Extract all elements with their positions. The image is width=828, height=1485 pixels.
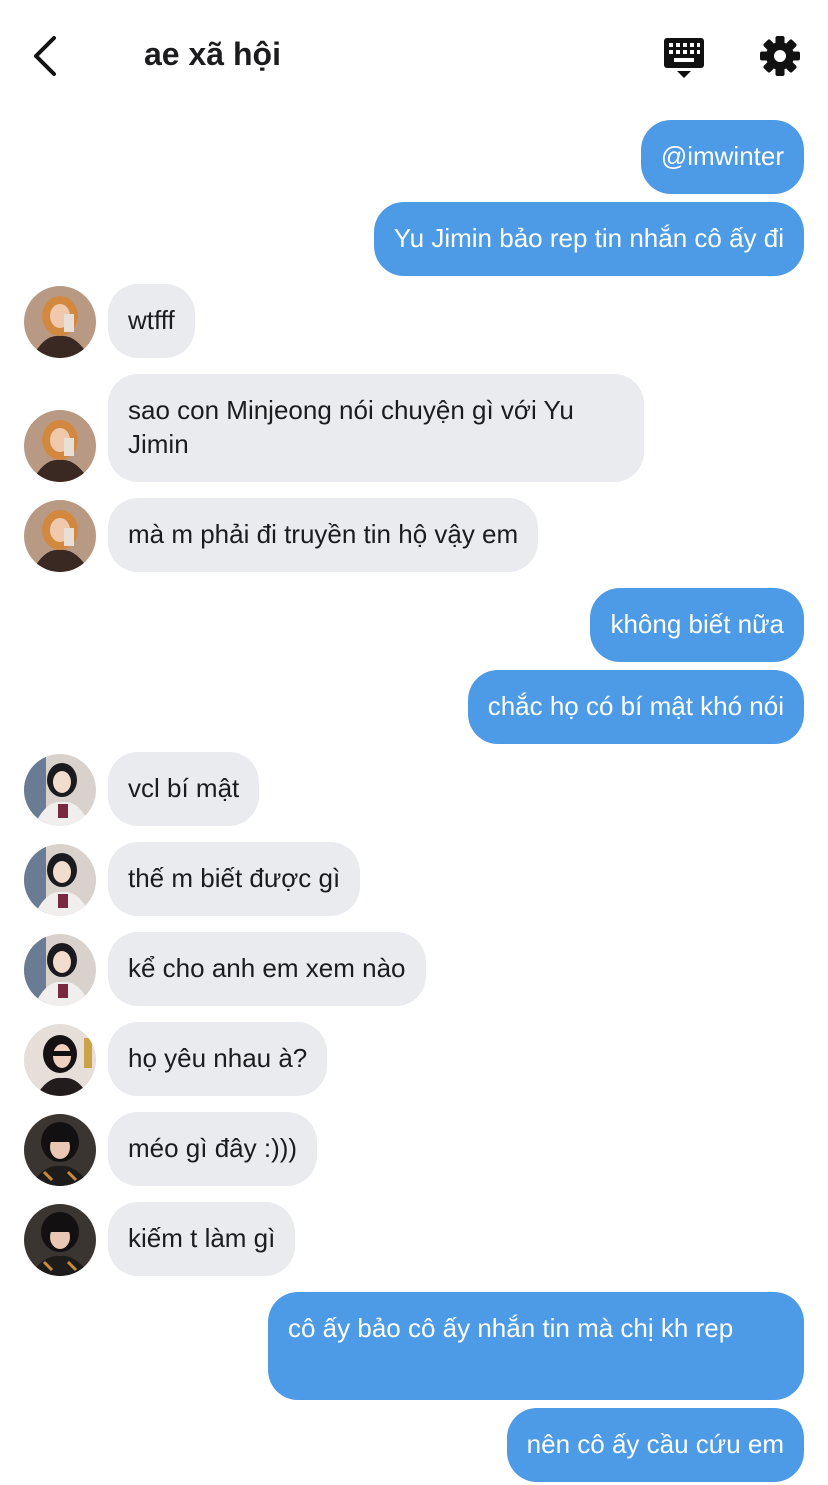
- avatar[interactable]: [24, 754, 96, 826]
- message-bubble-incoming[interactable]: wtfff: [108, 284, 195, 358]
- avatar[interactable]: [24, 844, 96, 916]
- avatar-photo-icon: [24, 934, 96, 1006]
- message-bubble-incoming[interactable]: kể cho anh em xem nào: [108, 932, 426, 1006]
- message-bubble-outgoing[interactable]: Yu Jimin bảo rep tin nhắn cô ấy đi: [373, 202, 804, 276]
- message-bubble-incoming[interactable]: họ yêu nhau à?: [108, 1022, 328, 1096]
- message-bubble-outgoing[interactable]: chắc họ có bí mật khó nói: [467, 670, 804, 744]
- message-bubble-incoming[interactable]: kiếm t làm gì: [108, 1202, 296, 1276]
- message-bubble-incoming[interactable]: thế m biết được gì: [108, 842, 361, 916]
- avatar[interactable]: [24, 286, 96, 358]
- message-bubble-incoming[interactable]: sao con Minjeong nói chuyện gì với Yu Ji…: [108, 374, 644, 482]
- avatar[interactable]: [24, 1204, 96, 1276]
- avatar[interactable]: [24, 934, 96, 1006]
- keyboard-icon: [664, 38, 704, 78]
- avatar-photo-icon: [24, 1204, 96, 1276]
- chevron-left-icon: [34, 36, 56, 76]
- message-bubble-incoming[interactable]: mà m phải đi truyền tin hộ vậy em: [108, 498, 539, 572]
- avatar-photo-icon: [24, 1024, 96, 1096]
- message-bubble-incoming[interactable]: vcl bí mật: [108, 752, 260, 826]
- avatar-photo-icon: [24, 286, 96, 358]
- message-bubble-outgoing[interactable]: @imwinter: [640, 120, 804, 194]
- message-bubble-incoming[interactable]: méo gì đây :))): [108, 1112, 318, 1186]
- keyboard-button[interactable]: [660, 36, 708, 80]
- avatar-photo-icon: [24, 1114, 96, 1186]
- avatar-photo-icon: [24, 844, 96, 916]
- avatar-photo-icon: [24, 410, 96, 482]
- settings-button[interactable]: [758, 34, 802, 78]
- message-bubble-outgoing[interactable]: cô ấy bảo cô ấy nhắn tin mà chị kh rep: [268, 1292, 804, 1400]
- avatar[interactable]: [24, 410, 96, 482]
- message-bubble-outgoing[interactable]: nên cô ấy cầu cứu em: [506, 1408, 804, 1482]
- avatar[interactable]: [24, 1114, 96, 1186]
- avatar[interactable]: [24, 1024, 96, 1096]
- avatar-photo-icon: [24, 754, 96, 826]
- message-bubble-outgoing[interactable]: không biết nữa: [590, 588, 804, 662]
- gear-icon: [760, 36, 800, 76]
- avatar-photo-icon: [24, 500, 96, 572]
- chat-header: ae xã hội: [0, 0, 828, 110]
- back-button[interactable]: [26, 34, 66, 78]
- chat-title: ae xã hội: [144, 36, 281, 72]
- avatar[interactable]: [24, 500, 96, 572]
